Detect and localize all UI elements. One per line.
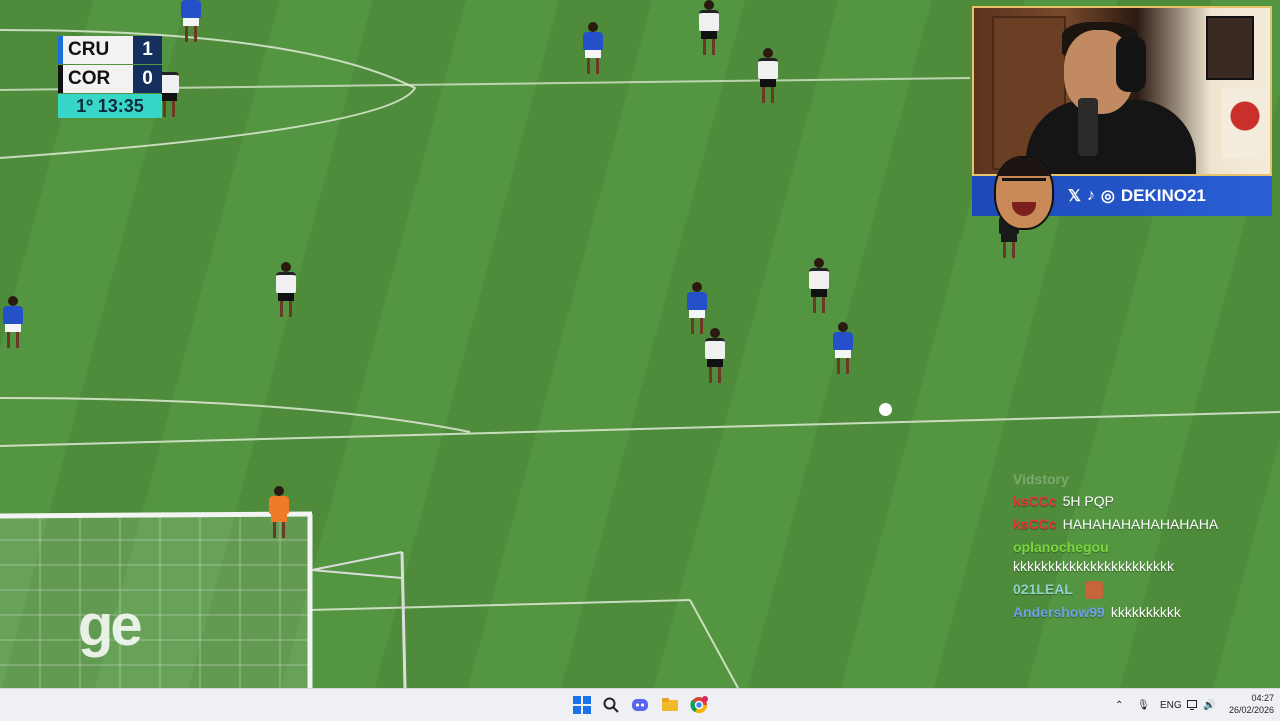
language-indicator[interactable]: ENG [1160, 689, 1182, 721]
system-clock[interactable]: 04:27 26/02/2026 [1222, 692, 1274, 716]
chat-username: ksCCc [1013, 493, 1057, 509]
team-home-score: 1 [133, 36, 162, 64]
taskbar: ⌃ 🎙 ENG 🔊 04:27 26/02/2026 [0, 688, 1280, 721]
player-corinthians [275, 262, 297, 317]
player-cruzeiro [180, 0, 202, 42]
player-cruzeiro [686, 282, 708, 334]
chat-username: oplanochegou [1013, 539, 1109, 555]
chat-message: Andershow99 kkkkkkkkkk [1013, 603, 1263, 622]
chat-overlay: Vidstory ksCCc 5H PQP ksCCc HAHAHAHAHAHAHA… [1013, 470, 1263, 626]
broadcaster-logo: ge [78, 593, 143, 658]
chat-username: ksCCc [1013, 516, 1057, 532]
chrome-icon[interactable] [689, 695, 709, 715]
tray-overflow-icon[interactable]: ⌃ [1115, 689, 1123, 721]
chat-username: 021LEAL [1013, 581, 1073, 597]
microphone-icon[interactable]: 🎙 [1137, 689, 1150, 721]
chat-message: oplanochegou kkkkkkkkkkkkkkkkkkkkkkk [1013, 538, 1263, 576]
chat-text: 5H PQP [1062, 493, 1114, 509]
player-corinthians [698, 0, 720, 55]
video-frame: CRU 1 COR 0 1º 13:35 ge 𝕏 ♪ ◎ DEKINO21 V… [0, 0, 1280, 688]
player-cruzeiro [2, 296, 24, 348]
search-icon[interactable] [601, 695, 621, 715]
goalkeeper [268, 486, 290, 538]
chat-text: kkkkkkkkkkkkkkkkkkkkkkk [1013, 558, 1174, 574]
windows-start-icon[interactable] [572, 695, 592, 715]
chat-message: ksCCc HAHAHAHAHAHAHAHA [1013, 515, 1263, 534]
team-away-score: 0 [133, 65, 162, 93]
chat-faded-header: Vidstory [1013, 471, 1069, 487]
emote-face-icon [1084, 581, 1103, 600]
network-icon[interactable] [1187, 689, 1199, 721]
chat-text: kkkkkkkkkk [1110, 604, 1181, 621]
clock-time: 04:27 [1251, 693, 1274, 703]
ball [879, 403, 892, 416]
instagram-icon: ◎ [1100, 188, 1115, 205]
chat-message: 021LEAL [1013, 580, 1263, 600]
x-icon: 𝕏 [1068, 188, 1081, 205]
streamer-handle: DEKINO21 [1120, 186, 1206, 205]
volume-icon[interactable]: 🔊 [1203, 689, 1215, 721]
chat-message: ksCCc 5H PQP [1013, 492, 1263, 511]
streamer-avatar [994, 156, 1054, 230]
player-cruzeiro [832, 322, 854, 374]
chat-text: HAHAHAHAHAHAHAHA [1062, 516, 1219, 532]
streamer-webcam [972, 6, 1272, 176]
player-corinthians [757, 48, 779, 103]
clock-date: 26/02/2026 [1228, 705, 1274, 715]
file-explorer-icon[interactable] [660, 695, 680, 715]
tiktok-icon: ♪ [1086, 187, 1095, 204]
team-away-name: COR [58, 65, 133, 93]
discord-icon[interactable] [630, 695, 650, 715]
scoreboard: CRU 1 COR 0 1º 13:35 [58, 36, 162, 118]
match-clock: 1º 13:35 [58, 94, 162, 118]
player-corinthians [808, 258, 830, 313]
player-corinthians [704, 328, 726, 383]
chat-username: Andershow99 [1013, 604, 1105, 621]
team-home-name: CRU [58, 36, 133, 64]
player-cruzeiro [582, 22, 604, 74]
